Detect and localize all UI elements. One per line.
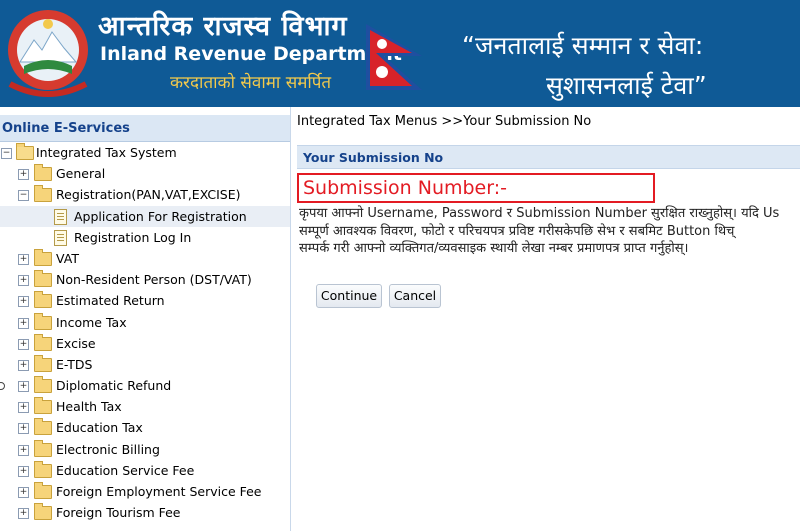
expand-icon[interactable]: + (18, 423, 29, 435)
sidebar-item-vat[interactable]: + VAT (0, 248, 290, 269)
expand-icon[interactable]: + (18, 402, 29, 414)
sidebar-item-excise[interactable]: + Excise (0, 333, 290, 354)
tree-item-label: Excise (56, 335, 96, 351)
tree-item-label: Income Tax (56, 314, 127, 330)
folder-icon (34, 270, 52, 288)
sidebar-item-health-tax[interactable]: + Health Tax (0, 396, 290, 417)
folder-icon (34, 354, 52, 372)
folder-icon (34, 312, 52, 330)
tree-root-integrated-tax-system[interactable]: − Integrated Tax System (0, 142, 290, 163)
sidebar-item-diplomatic-refund[interactable]: + Diplomatic Refund (0, 375, 290, 396)
folder-icon (34, 482, 52, 499)
expand-icon[interactable]: + (18, 381, 29, 393)
folder-icon (34, 418, 52, 436)
folder-icon (34, 333, 52, 351)
department-name-english: Inland Revenue Department (100, 43, 402, 65)
document-icon (54, 229, 67, 246)
folder-icon (34, 397, 52, 415)
continue-button[interactable]: Continue (316, 284, 382, 308)
department-tagline: करदाताको सेवामा समर्पित (170, 73, 332, 93)
sidebar-item-registration-pan-vat-excise[interactable]: − Registration(PAN,VAT,EXCISE) (0, 184, 290, 205)
folder-open-icon (16, 143, 34, 160)
breadcrumb: Integrated Tax Menus >>Your Submission N… (297, 114, 592, 129)
sidebar-item-education-service-fee[interactable]: + Education Service Fee (0, 460, 290, 481)
tree-item-label: General (56, 166, 106, 182)
tree-item-label: VAT (56, 250, 79, 266)
expand-icon[interactable]: + (18, 338, 29, 350)
tree-item-label: Diplomatic Refund (56, 378, 172, 394)
service-tree-items: + General − Registration(PAN,VAT,EXCISE) App… (0, 163, 290, 523)
nepal-flag-icon (366, 24, 422, 90)
nepal-emblem-icon (8, 10, 88, 97)
tree-item-label: Foreign Employment Service Fee (56, 484, 262, 499)
expand-icon[interactable]: + (18, 296, 29, 308)
panel-title: Your Submission No (297, 145, 800, 169)
expand-icon[interactable]: + (18, 444, 29, 456)
instruction-text: कृपया आफ्नो Username, Password र Submiss… (299, 205, 800, 258)
folder-icon (34, 164, 52, 182)
instruction-line: कृपया आफ्नो Username, Password र Submiss… (299, 206, 780, 221)
sidebar-item-foreign-employment-service-fee[interactable]: + Foreign Employment Service Fee (0, 481, 290, 502)
collapse-icon[interactable]: − (1, 148, 12, 159)
tree-item-label: Registration(PAN,VAT,EXCISE) (56, 187, 241, 203)
tree-item-label: Foreign Tourism Fee (56, 505, 181, 521)
sidebar-item-foreign-tourism-fee[interactable]: + Foreign Tourism Fee (0, 502, 290, 523)
department-name-nepali: आन्तरिक राजस्व विभाग (98, 11, 348, 42)
expand-icon[interactable]: + (18, 487, 29, 498)
folder-open-icon (34, 185, 52, 203)
expand-icon[interactable]: + (18, 275, 29, 287)
sidebar-item-estimated-return[interactable]: + Estimated Return (0, 290, 290, 311)
expand-icon[interactable]: + (18, 465, 29, 477)
document-icon (54, 208, 67, 225)
bullet-icon (0, 382, 5, 391)
sidebar-item-non-resident-person-dst-vat[interactable]: + Non-Resident Person (DST/VAT) (0, 269, 290, 290)
folder-icon (34, 460, 52, 478)
expand-icon[interactable]: + (18, 169, 29, 181)
tree-item-label: Education Service Fee (56, 462, 195, 478)
expand-icon[interactable]: + (18, 253, 29, 265)
tree-item-label: Registration Log In (74, 229, 192, 245)
expand-icon[interactable]: + (18, 508, 29, 520)
sidebar: Online E-Services − Integrated Tax Syste… (0, 107, 291, 531)
sidebar-item-education-tax[interactable]: + Education Tax (0, 417, 290, 438)
tree-item-label: Integrated Tax System (36, 145, 177, 160)
instruction-line: सम्पर्क गरी आफ्नो व्यक्तिगत/व्यवसाइक स्थ… (299, 241, 689, 256)
folder-icon (34, 376, 52, 394)
folder-icon (34, 291, 52, 309)
service-tree: − Integrated Tax System (0, 142, 290, 163)
sidebar-item-income-tax[interactable]: + Income Tax (0, 312, 290, 333)
tree-item-label: E-TDS (56, 356, 93, 372)
sidebar-item-e-tds[interactable]: + E-TDS (0, 354, 290, 375)
folder-icon (34, 503, 52, 521)
collapse-icon[interactable]: − (18, 190, 29, 202)
sidebar-item-application-for-registration[interactable]: Application For Registration (0, 205, 290, 227)
instruction-line: सम्पूर्ण आवश्यक विवरण, फोटो र परिचयपत्र … (299, 223, 735, 239)
sidebar-heading: Online E-Services (0, 115, 290, 142)
expand-icon[interactable]: + (18, 317, 29, 329)
tree-item-label: Estimated Return (56, 293, 165, 309)
slogan-line-1: “जनतालाई सम्मान र सेवा: (462, 31, 704, 60)
cancel-button[interactable]: Cancel (389, 284, 441, 308)
tree-item-label: Health Tax (56, 399, 122, 415)
sidebar-item-electronic-billing[interactable]: + Electronic Billing (0, 439, 290, 460)
tree-item-label: Education Tax (56, 420, 143, 436)
sidebar-item-registration-log-in[interactable]: Registration Log In (0, 227, 290, 248)
tree-item-label: Application For Registration (74, 208, 247, 224)
tree-item-label: Non-Resident Person (DST/VAT) (56, 272, 252, 288)
tree-item-label: Electronic Billing (56, 441, 160, 457)
expand-icon[interactable]: + (18, 359, 29, 371)
folder-icon (34, 248, 52, 266)
slogan-line-2: सुशासनलाई टेवा” (546, 71, 707, 100)
sidebar-item-general[interactable]: + General (0, 163, 290, 184)
submission-number-box: Submission Number:- (297, 173, 655, 203)
folder-icon (34, 439, 52, 457)
site-header: आन्तरिक राजस्व विभाग Inland Revenue Depa… (0, 0, 800, 107)
